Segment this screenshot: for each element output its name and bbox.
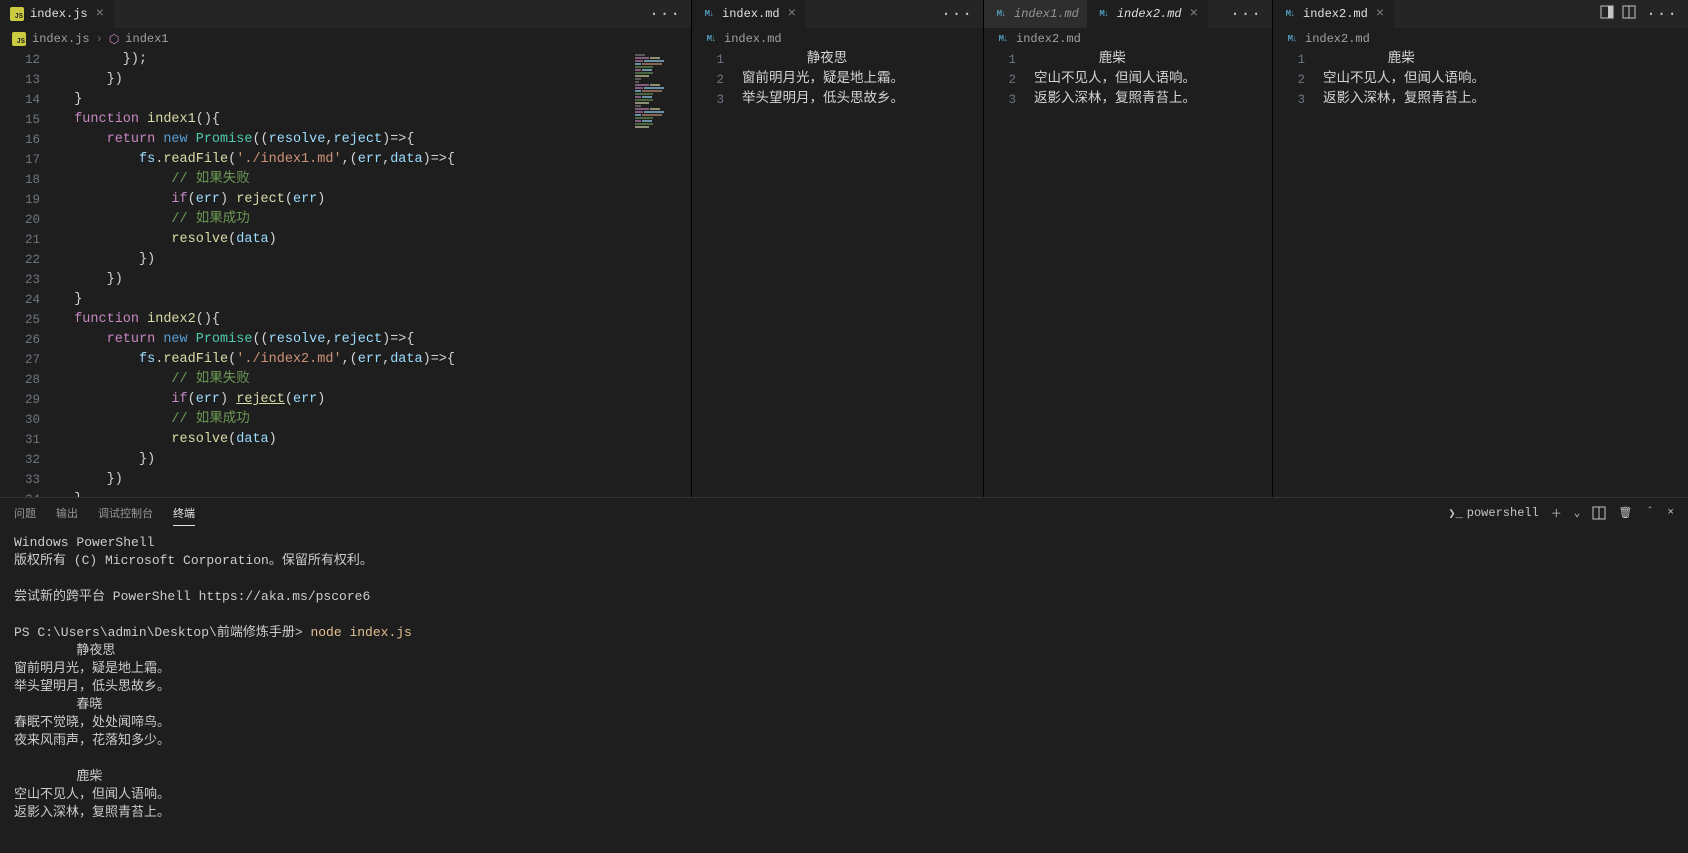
- split-right-icon[interactable]: [1600, 5, 1614, 19]
- editor-grid: index.js × ··· index.js › ⬡ index1 12131…: [0, 0, 1688, 497]
- maximize-panel-icon[interactable]: ＾: [1644, 505, 1655, 521]
- text-lines[interactable]: 静夜思窗前明月光，疑是地上霜。举头望明月，低头思故乡。: [742, 50, 983, 497]
- new-terminal-icon[interactable]: ＋: [1551, 505, 1562, 521]
- panel-tab-terminal[interactable]: 终端: [173, 501, 195, 526]
- symbol-icon: ⬡: [109, 32, 119, 47]
- tab-indexjs[interactable]: index.js ×: [0, 0, 114, 28]
- close-tab-icon[interactable]: ×: [1188, 7, 1200, 21]
- text-editor[interactable]: 123 鹿柴空山不见人，但闻人语响。返影入深林，复照青苔上。: [984, 50, 1272, 497]
- panel-tab-output[interactable]: 输出: [56, 501, 78, 525]
- panel-tab-debug[interactable]: 调试控制台: [98, 501, 153, 525]
- breadcrumb-item: index.md: [724, 32, 782, 46]
- tab-label: index1.md: [1014, 7, 1079, 21]
- kill-terminal-icon[interactable]: 🗑: [1618, 506, 1632, 520]
- editor-pane-indexjs: index.js × ··· index.js › ⬡ index1 12131…: [0, 0, 692, 497]
- tab-index1md[interactable]: index1.md: [984, 0, 1087, 28]
- text-editor[interactable]: 123 鹿柴空山不见人，但闻人语响。返影入深林，复照青苔上。: [1273, 50, 1688, 497]
- editor-pane-index2md: index2.md × ··· index2.md 123 鹿柴空山不见人，但闻…: [1273, 0, 1688, 497]
- tabbar: index2.md × ···: [1273, 0, 1688, 28]
- tabbar: index.js × ···: [0, 0, 691, 28]
- tab-label: index.md: [722, 7, 780, 21]
- panel-tabbar: 问题 输出 调试控制台 终端 ❯_ powershell ＋ ⌄ 🗑 ＾ ×: [0, 498, 1688, 528]
- split-down-icon[interactable]: [1622, 5, 1636, 19]
- tabbar: index.md × ···: [692, 0, 983, 28]
- breadcrumb-item: index1: [125, 32, 168, 46]
- md-file-icon: [1283, 7, 1297, 21]
- minimap[interactable]: [633, 50, 691, 497]
- text-editor[interactable]: 123 静夜思窗前明月光，疑是地上霜。举头望明月，低头思故乡。: [692, 50, 983, 497]
- breadcrumb-item: index.js: [32, 32, 90, 46]
- js-file-icon: [12, 32, 26, 46]
- terminal-picker[interactable]: ❯_ powershell: [1448, 506, 1538, 521]
- tab-index2md[interactable]: index2.md ×: [1273, 0, 1394, 28]
- chevron-right-icon: ›: [96, 32, 103, 46]
- terminal-dropdown-icon[interactable]: ⌄: [1574, 506, 1581, 520]
- tab-overflow-icon[interactable]: ···: [941, 5, 973, 23]
- md-file-icon: [994, 7, 1008, 21]
- breadcrumb[interactable]: index2.md: [984, 28, 1272, 50]
- tab-index2md[interactable]: index2.md ×: [1087, 0, 1208, 28]
- editor-pane-indexmd: index.md × ··· index.md 123 静夜思窗前明月光，疑是地…: [692, 0, 984, 497]
- code-lines[interactable]: }); }) } function index1(){ return new P…: [58, 50, 633, 497]
- editor-layout-icons: [1600, 5, 1636, 23]
- text-lines[interactable]: 鹿柴空山不见人，但闻人语响。返影入深林，复照青苔上。: [1034, 50, 1272, 497]
- tabbar: index1.md index2.md × ···: [984, 0, 1272, 28]
- md-file-icon: [702, 7, 716, 21]
- breadcrumb[interactable]: index.md: [692, 28, 983, 50]
- panel-tab-problems[interactable]: 问题: [14, 501, 36, 525]
- line-gutter: 1213141516171819202122232425262728293031…: [0, 50, 58, 497]
- text-lines[interactable]: 鹿柴空山不见人，但闻人语响。返影入深林，复照青苔上。: [1323, 50, 1688, 497]
- breadcrumb-item: index2.md: [1016, 32, 1081, 46]
- tab-overflow-icon[interactable]: ···: [1646, 5, 1678, 23]
- line-gutter: 123: [692, 50, 742, 497]
- editor-pane-group3: index1.md index2.md × ··· index2.md 123 …: [984, 0, 1273, 497]
- tab-label: index2.md: [1303, 7, 1368, 21]
- close-tab-icon[interactable]: ×: [786, 7, 798, 21]
- terminal-output[interactable]: Windows PowerShell版权所有 (C) Microsoft Cor…: [0, 528, 1688, 853]
- tab-label: index2.md: [1117, 7, 1182, 21]
- close-panel-icon[interactable]: ×: [1667, 507, 1674, 519]
- breadcrumb[interactable]: index2.md: [1273, 28, 1688, 50]
- line-gutter: 123: [984, 50, 1034, 497]
- tab-indexmd[interactable]: index.md ×: [692, 0, 806, 28]
- terminal-picker-label: powershell: [1467, 506, 1539, 520]
- code-editor[interactable]: 1213141516171819202122232425262728293031…: [0, 50, 691, 497]
- md-file-icon: [1097, 7, 1111, 21]
- close-tab-icon[interactable]: ×: [1374, 7, 1386, 21]
- md-file-icon: [704, 32, 718, 46]
- md-file-icon: [1285, 32, 1299, 46]
- breadcrumb[interactable]: index.js › ⬡ index1: [0, 28, 691, 50]
- close-tab-icon[interactable]: ×: [94, 7, 106, 21]
- tab-label: index.js: [30, 7, 88, 21]
- breadcrumb-item: index2.md: [1305, 32, 1370, 46]
- tab-overflow-icon[interactable]: ···: [649, 5, 681, 23]
- js-file-icon: [10, 7, 24, 21]
- bottom-panel: 问题 输出 调试控制台 终端 ❯_ powershell ＋ ⌄ 🗑 ＾ × W…: [0, 497, 1688, 853]
- tab-overflow-icon[interactable]: ···: [1230, 5, 1262, 23]
- terminal-icon: ❯_: [1448, 506, 1462, 521]
- md-file-icon: [996, 32, 1010, 46]
- split-terminal-icon[interactable]: [1592, 506, 1606, 520]
- line-gutter: 123: [1273, 50, 1323, 497]
